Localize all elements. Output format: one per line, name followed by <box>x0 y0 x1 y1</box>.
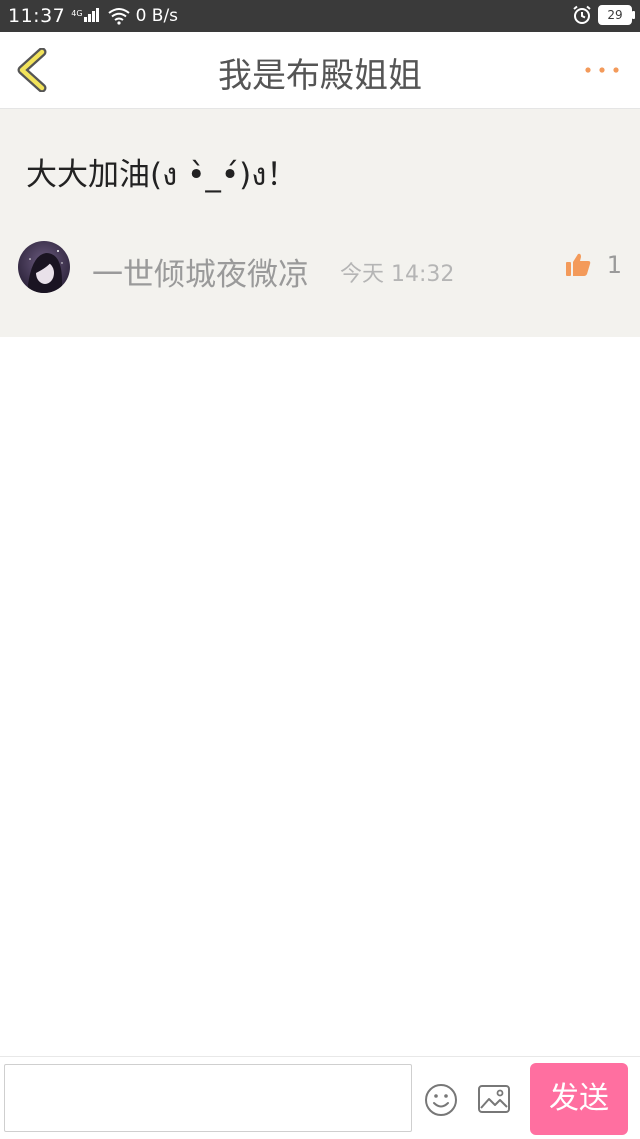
network-type: 4G <box>71 8 83 18</box>
thumbs-up-icon <box>565 253 590 276</box>
emoji-button[interactable] <box>424 1083 458 1117</box>
network-speed: 0 B/s <box>135 6 179 26</box>
more-button[interactable] <box>582 62 622 82</box>
signal-icon: 4G <box>71 6 99 27</box>
post-card: 大大加油(ง •̀_•́)ง！ 一世倾城夜微凉 今天 14:32 1 <box>0 109 640 337</box>
status-bar: 11:37 4G 0 B/s 29 <box>0 0 640 32</box>
post-date-label: 今天 <box>340 262 385 287</box>
send-button[interactable]: 发送 <box>530 1063 628 1135</box>
image-icon <box>478 1085 510 1113</box>
comment-input[interactable] <box>4 1064 412 1132</box>
author-name[interactable]: 一世倾城夜微凉 <box>92 249 309 294</box>
author-row: 一世倾城夜微凉 今天 14:32 1 <box>18 239 622 295</box>
comment-bar: 发送 <box>0 1056 640 1139</box>
alarm-icon <box>573 5 591 24</box>
post-time-value: 14:32 <box>391 262 455 287</box>
like-button[interactable]: 1 <box>565 251 622 279</box>
post-timestamp: 今天 14:32 <box>340 256 454 288</box>
page-title: 我是布殿姐姐 <box>218 56 422 96</box>
more-dots-icon <box>585 67 619 73</box>
smiley-icon <box>425 1084 457 1116</box>
like-count: 1 <box>606 251 622 279</box>
header: 我是布殿姐姐 <box>0 32 640 109</box>
battery-level: 29 <box>607 8 623 22</box>
status-time: 11:37 <box>8 5 66 27</box>
wifi-icon <box>107 8 130 25</box>
post-content: 大大加油(ง •̀_•́)ง！ <box>26 157 298 193</box>
avatar[interactable] <box>18 241 70 293</box>
image-button[interactable] <box>477 1084 511 1114</box>
battery-icon: 29 <box>598 5 635 25</box>
